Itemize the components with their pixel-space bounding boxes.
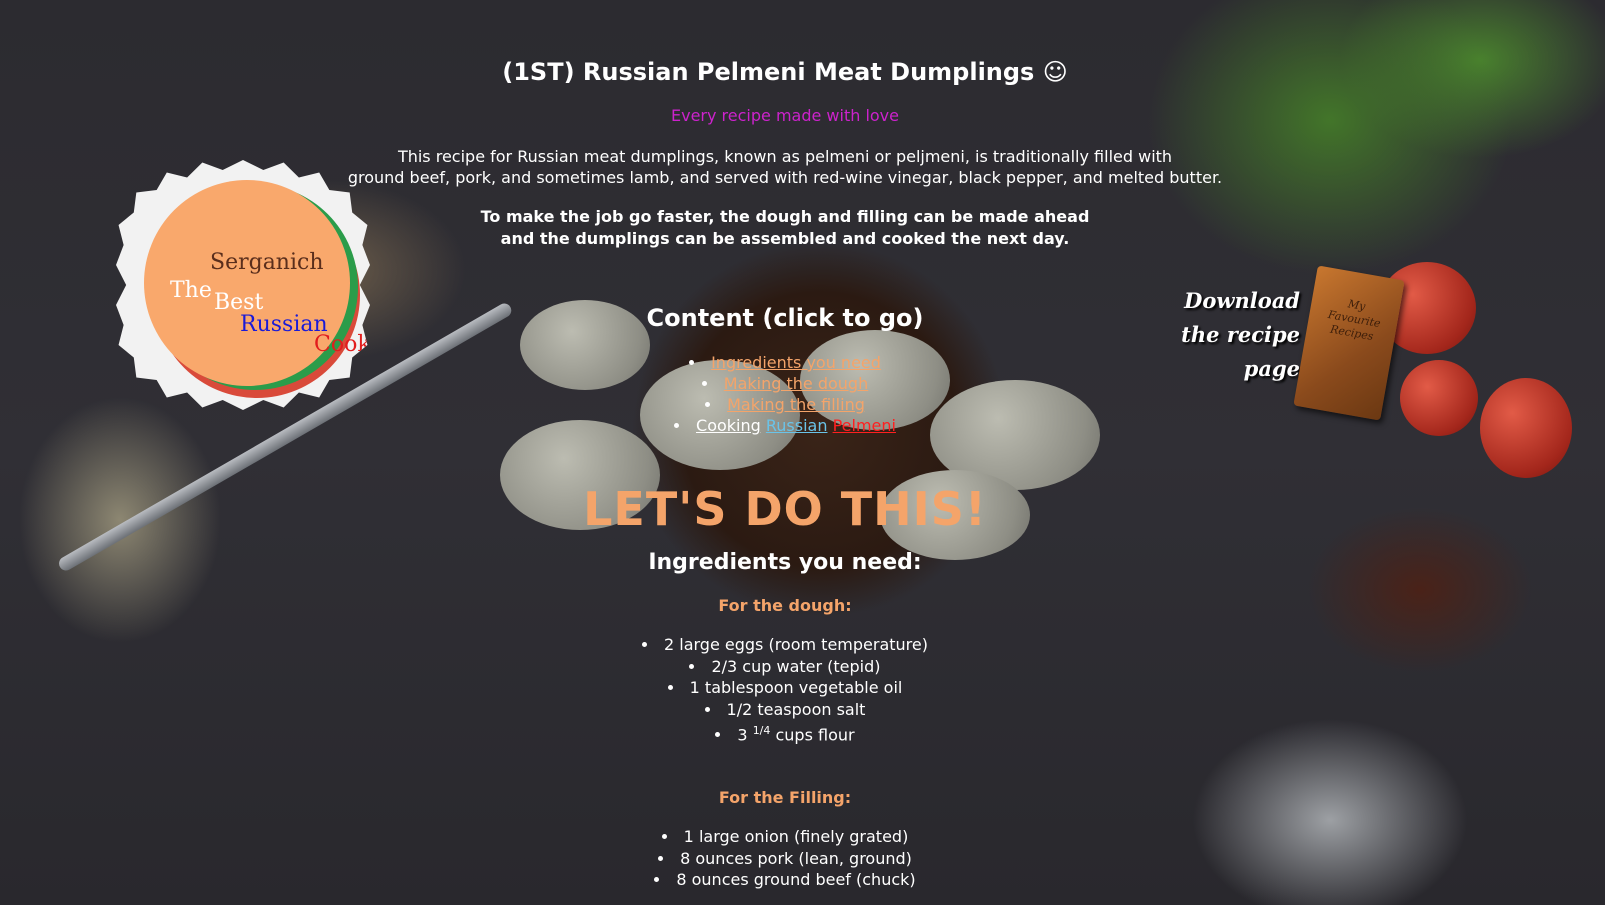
list-item: 1 tablespoon vegetable oil <box>300 677 1270 699</box>
intro-line-2: ground beef, pork, and sometimes lamb, a… <box>347 168 1223 187</box>
logo-text-the: The <box>170 278 212 303</box>
page-title: (1ST) Russian Pelmeni Meat Dumplings ☺ <box>502 58 1068 86</box>
toc-link-ingredients[interactable]: Ingredients you need <box>711 353 881 372</box>
hero-heading: LET'S DO THIS! <box>583 482 987 536</box>
filling-ingredient-list: 1 large onion (finely grated) 8 ounces p… <box>300 826 1270 891</box>
list-item: 3 1/4 cups flour <box>300 720 1270 746</box>
toc-link-cooking-russian[interactable]: Russian <box>766 416 828 435</box>
intro-paragraph: This recipe for Russian meat dumplings, … <box>300 146 1270 188</box>
book-cover-text: My Favourite Recipes <box>1316 293 1392 347</box>
flour-amount: 3 <box>737 725 748 745</box>
logo-text-serganich: Serganich <box>210 250 324 275</box>
toc-item: Making the dough <box>300 373 1270 394</box>
dough-heading: For the dough: <box>718 596 852 615</box>
ingredients-heading: Ingredients you need: <box>648 550 922 575</box>
tomato-image <box>1400 360 1478 436</box>
tip-line-2: and the dumplings can be assembled and c… <box>500 229 1070 248</box>
list-item: 8 ounces ground beef (chuck) <box>300 869 1270 891</box>
tomato-image <box>1480 378 1572 478</box>
toc-link-filling[interactable]: Making the filling <box>727 395 865 414</box>
download-line-2: the recipe page <box>1181 322 1300 381</box>
toc-item: Cooking Russian Pelmeni <box>300 415 1270 436</box>
toc-item: Making the filling <box>300 394 1270 415</box>
flour-fraction: 1/4 <box>752 724 771 737</box>
toc-link-cooking-pelmeni[interactable]: Pelmeni <box>833 416 896 435</box>
toc-link-dough[interactable]: Making the dough <box>724 374 868 393</box>
filling-heading: For the Filling: <box>718 788 852 807</box>
table-of-contents: Ingredients you need Making the dough Ma… <box>300 352 1270 436</box>
toc-heading: Content (click to go) <box>646 304 924 332</box>
list-item: 2/3 cup water (tepid) <box>300 656 1270 678</box>
make-ahead-tip: To make the job go faster, the dough and… <box>300 206 1270 250</box>
toc-link-cooking[interactable]: Cooking <box>696 416 761 435</box>
tagline: Every recipe made with love <box>670 106 899 125</box>
list-item: 1/2 teaspoon salt <box>300 699 1270 721</box>
list-item: 1 large onion (finely grated) <box>300 826 1270 848</box>
list-item: 2 large eggs (room temperature) <box>300 634 1270 656</box>
dough-ingredient-list: 2 large eggs (room temperature) 2/3 cup … <box>300 634 1270 746</box>
tip-line-1: To make the job go faster, the dough and… <box>480 207 1090 226</box>
recipe-book-icon[interactable]: My Favourite Recipes <box>1293 265 1405 421</box>
flour-unit: cups flour <box>775 725 855 745</box>
toc-item: Ingredients you need <box>300 352 1270 373</box>
list-item: 8 ounces pork (lean, ground) <box>300 848 1270 870</box>
download-recipe-link[interactable]: Download the recipe page <box>1140 284 1300 386</box>
download-line-1: Download <box>1184 288 1300 313</box>
intro-line-1: This recipe for Russian meat dumplings, … <box>397 147 1173 166</box>
